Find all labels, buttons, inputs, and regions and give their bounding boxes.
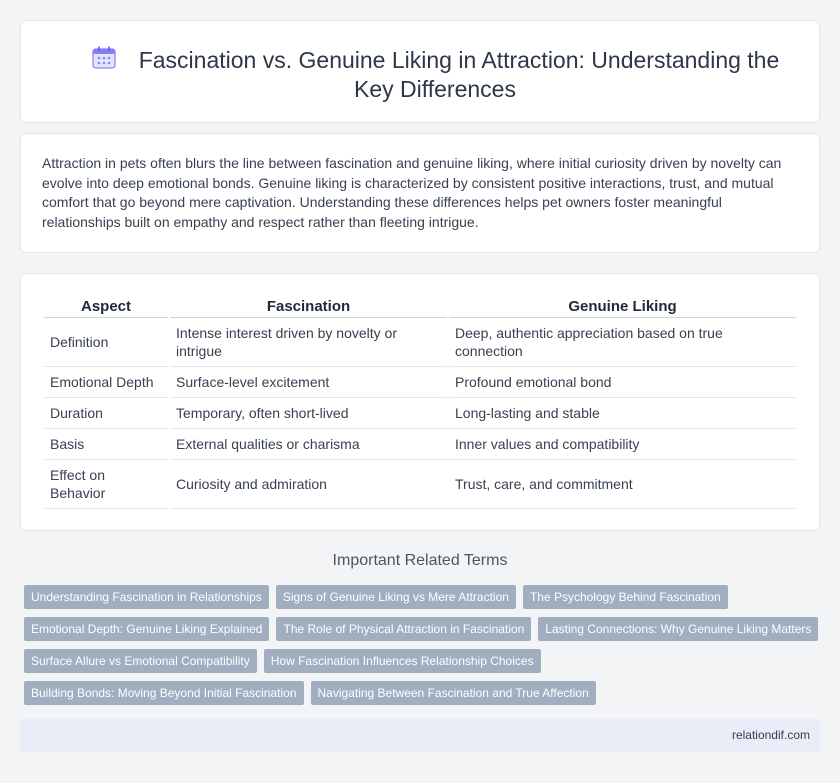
table-cell: Effect on Behavior <box>44 460 168 509</box>
column-header-fascination: Fascination <box>170 296 447 318</box>
footer: relationdif.com <box>20 719 820 752</box>
table-cell: External qualities or charisma <box>170 429 447 460</box>
page-title: Fascination vs. Genuine Liking in Attrac… <box>138 47 780 102</box>
page-title-wrap: Fascination vs. Genuine Liking in Attrac… <box>81 45 789 104</box>
table-cell: Trust, care, and commitment <box>449 460 796 509</box>
column-header-aspect: Aspect <box>44 296 168 318</box>
intro-card: Attraction in pets often blurs the line … <box>20 133 820 253</box>
related-terms-heading: Important Related Terms <box>332 552 508 569</box>
related-tags-row: Understanding Fascination in Relationshi… <box>24 585 728 609</box>
related-term-link[interactable]: Building Bonds: Moving Beyond Initial Fa… <box>24 681 304 705</box>
table-row: Duration Temporary, often short-lived Lo… <box>44 398 796 429</box>
calendar-icon <box>92 46 116 69</box>
related-term-link[interactable]: Emotional Depth: Genuine Liking Explaine… <box>24 617 270 641</box>
related-tags-row: Building Bonds: Moving Beyond Initial Fa… <box>24 681 596 705</box>
related-term-link[interactable]: The Psychology Behind Fascination <box>522 585 728 609</box>
table-row: Basis External qualities or charisma Inn… <box>44 429 796 460</box>
table-row: Effect on Behavior Curiosity and admirat… <box>44 460 796 509</box>
table-row: Emotional Depth Surface-level excitement… <box>44 367 796 398</box>
related-tags-row: Emotional Depth: Genuine Liking Explaine… <box>24 617 819 641</box>
related-tags-row: Surface Allure vs Emotional Compatibilit… <box>24 649 541 673</box>
table-cell: Inner values and compatibility <box>449 429 796 460</box>
table-row: Definition Intense interest driven by no… <box>44 318 796 367</box>
related-term-link[interactable]: Lasting Connections: Why Genuine Liking … <box>538 617 819 641</box>
table-cell: Long-lasting and stable <box>449 398 796 429</box>
title-card: Fascination vs. Genuine Liking in Attrac… <box>20 20 820 123</box>
footer-site-link[interactable]: relationdif.com <box>732 728 810 742</box>
table-cell: Deep, authentic appreciation based on tr… <box>449 318 796 367</box>
table-cell: Temporary, often short-lived <box>170 398 447 429</box>
related-term-link[interactable]: Understanding Fascination in Relationshi… <box>24 585 269 609</box>
comparison-table: Aspect Fascination Genuine Liking Defini… <box>42 296 798 509</box>
related-term-link[interactable]: Surface Allure vs Emotional Compatibilit… <box>24 649 257 673</box>
related-term-link[interactable]: Signs of Genuine Liking vs Mere Attracti… <box>275 585 516 609</box>
intro-text: Attraction in pets often blurs the line … <box>42 155 782 230</box>
table-cell: Emotional Depth <box>44 367 168 398</box>
table-header-row: Aspect Fascination Genuine Liking <box>44 296 796 318</box>
column-header-genuine-liking: Genuine Liking <box>449 296 796 318</box>
table-cell: Profound emotional bond <box>449 367 796 398</box>
table-cell: Duration <box>44 398 168 429</box>
related-term-link[interactable]: The Role of Physical Attraction in Fasci… <box>276 617 532 641</box>
related-term-link[interactable]: How Fascination Influences Relationship … <box>263 649 541 673</box>
table-cell: Curiosity and admiration <box>170 460 447 509</box>
table-cell: Definition <box>44 318 168 367</box>
table-cell: Intense interest driven by novelty or in… <box>170 318 447 367</box>
table-cell: Basis <box>44 429 168 460</box>
table-cell: Surface-level excitement <box>170 367 447 398</box>
comparison-card: Aspect Fascination Genuine Liking Defini… <box>20 273 820 531</box>
related-term-link[interactable]: Navigating Between Fascination and True … <box>310 681 596 705</box>
